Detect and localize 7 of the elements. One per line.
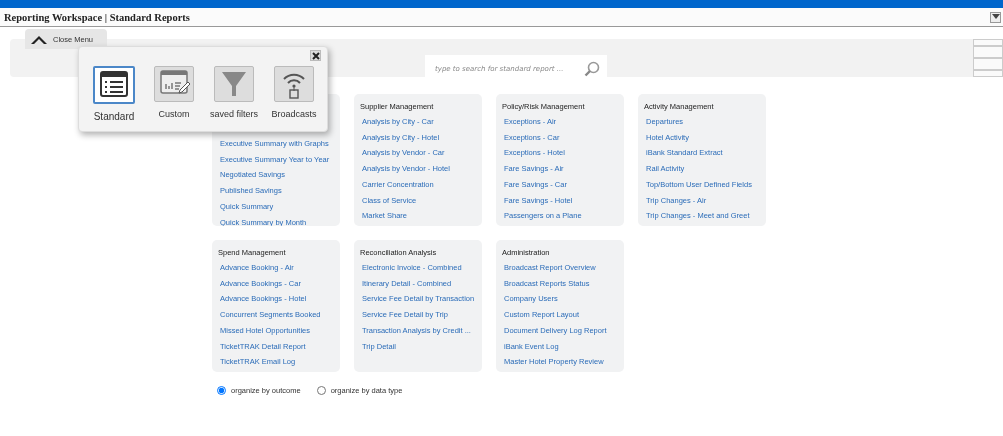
dropdown-button[interactable] (990, 11, 1001, 23)
radio-button[interactable] (316, 386, 326, 395)
radio-button[interactable] (217, 386, 226, 395)
search-icon (584, 61, 600, 77)
window-title: Reporting Workspace | Standard Reports (4, 11, 190, 23)
close-button[interactable] (310, 50, 321, 61)
chevron-up-icon (31, 34, 47, 44)
